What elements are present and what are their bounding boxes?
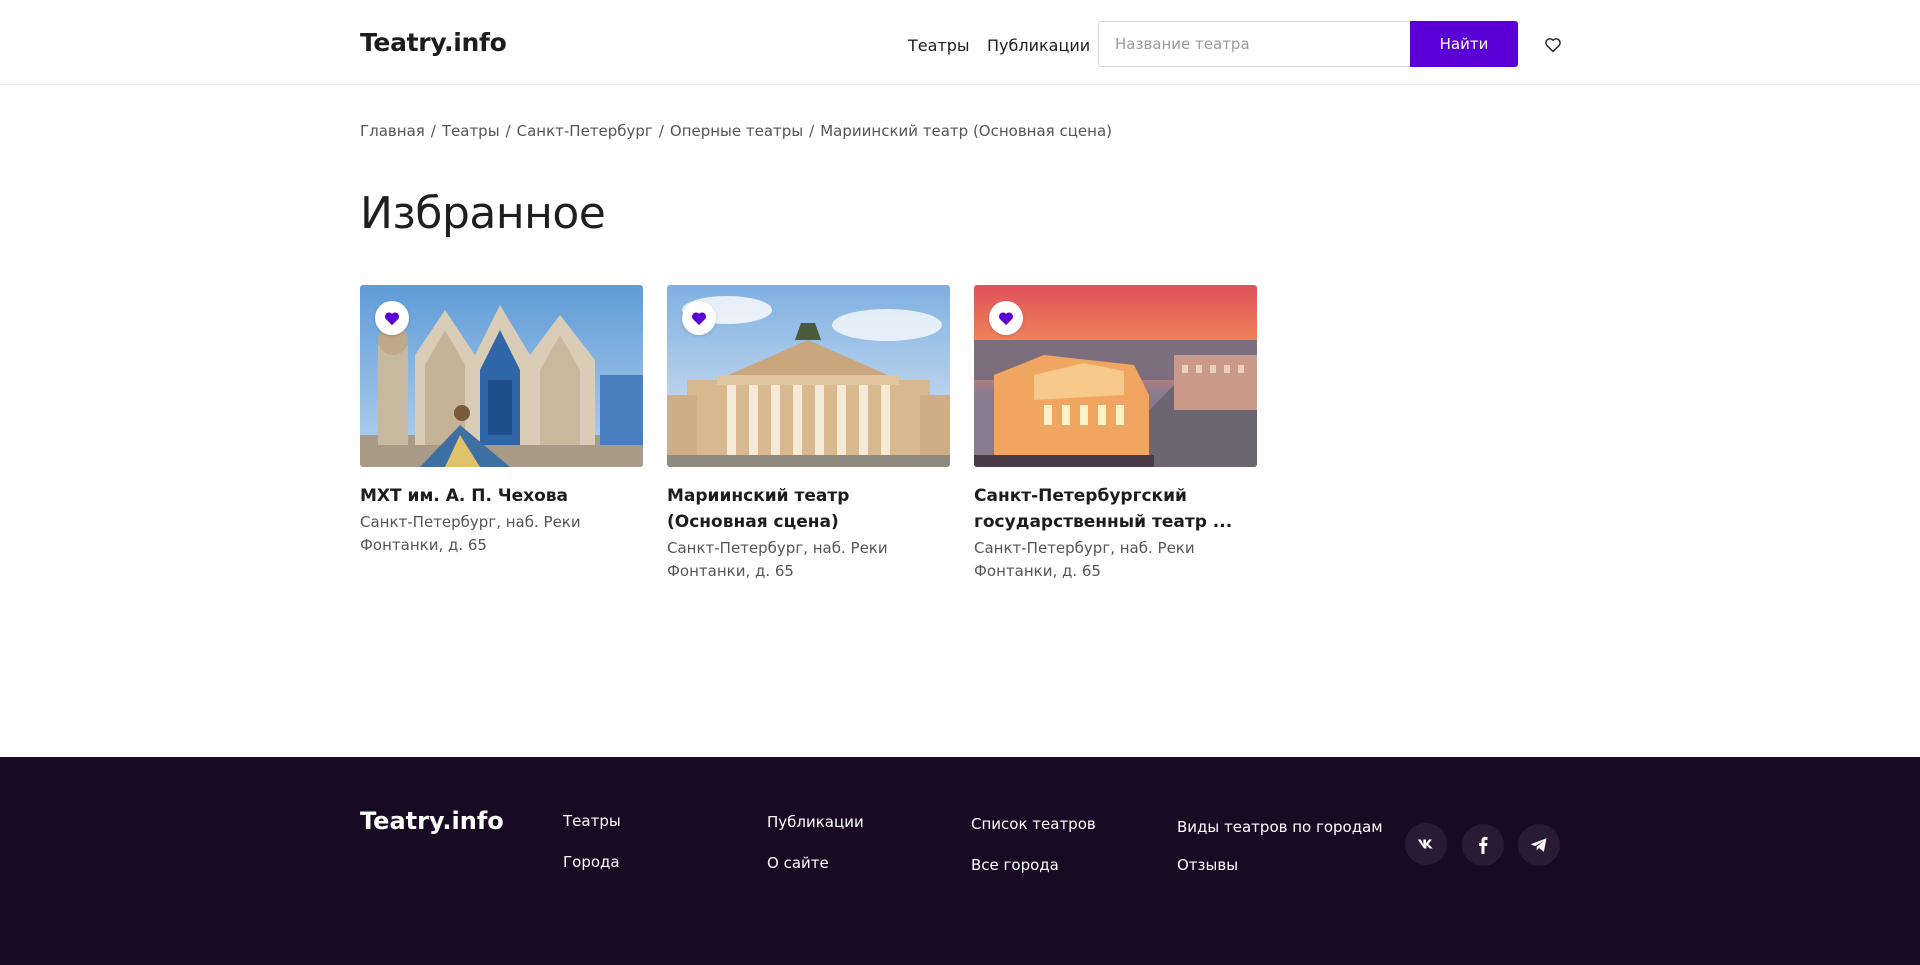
heart-filled-icon	[998, 311, 1014, 325]
footer-link-theaters[interactable]: Театры	[563, 812, 621, 830]
nav-theaters-link[interactable]: Театры	[908, 36, 970, 55]
footer-link-reviews[interactable]: Отзывы	[1177, 856, 1238, 874]
footer-link-publications[interactable]: Публикации	[767, 813, 864, 831]
theater-card[interactable]: Санкт-Петербургский государственный теат…	[974, 285, 1257, 583]
breadcrumb-item-current: Мариинский театр (Основная сцена)	[820, 122, 1113, 140]
breadcrumb-separator: /	[505, 122, 511, 140]
breadcrumb-item-category[interactable]: Оперные театры	[670, 122, 803, 140]
favorite-toggle-button[interactable]	[375, 301, 409, 335]
footer-logo[interactable]: Teatry.info	[360, 807, 504, 835]
heart-outline-icon[interactable]	[1544, 37, 1562, 53]
breadcrumb-separator: /	[809, 122, 815, 140]
footer-link-cities[interactable]: Города	[563, 853, 620, 871]
facebook-icon[interactable]	[1462, 824, 1504, 866]
favorite-toggle-button[interactable]	[989, 301, 1023, 335]
search-button[interactable]: Найти	[1410, 21, 1518, 67]
breadcrumb-separator: /	[430, 122, 436, 140]
theater-photo[interactable]	[974, 285, 1257, 467]
breadcrumb-separator: /	[658, 122, 664, 140]
theater-card[interactable]: МХТ им. А. П. Чехова Санкт-Петербург, на…	[360, 285, 643, 557]
theater-address: Санкт-Петербург, наб. Реки Фонтанки, д. …	[667, 539, 888, 580]
page-title: Избранное	[360, 188, 606, 239]
breadcrumb-item-city[interactable]: Санкт-Петербург	[517, 122, 653, 140]
search-input[interactable]	[1098, 21, 1411, 67]
vk-icon[interactable]	[1405, 823, 1447, 865]
footer-link-theater-types[interactable]: Виды театров по городам	[1177, 818, 1383, 836]
footer-link-theater-list[interactable]: Список театров	[971, 815, 1096, 833]
site-footer: Teatry.info Театры Города Публикации О с…	[0, 757, 1920, 965]
theater-photo[interactable]	[360, 285, 643, 467]
footer-link-all-cities[interactable]: Все города	[971, 856, 1059, 874]
nav-publications-link[interactable]: Публикации	[987, 36, 1090, 55]
breadcrumb-item-home[interactable]: Главная	[360, 122, 425, 140]
heart-filled-icon	[384, 311, 400, 325]
heart-filled-icon	[691, 311, 707, 325]
breadcrumb: Главная / Театры / Санкт-Петербург / Опе…	[360, 122, 1112, 140]
theater-card[interactable]: Мариинский театр (Основная сцена) Санкт-…	[667, 285, 950, 583]
theater-title[interactable]: Мариинский театр (Основная сцена)	[667, 483, 942, 535]
theater-title[interactable]: Санкт-Петербургский государственный теат…	[974, 483, 1249, 535]
breadcrumb-item-theaters[interactable]: Театры	[442, 122, 500, 140]
site-header: Teatry.info Театры Публикации Найти	[0, 0, 1920, 85]
favorite-toggle-button[interactable]	[682, 301, 716, 335]
telegram-icon[interactable]	[1518, 824, 1560, 866]
theater-title[interactable]: МХТ им. А. П. Чехова	[360, 483, 635, 509]
footer-link-about[interactable]: О сайте	[767, 854, 829, 872]
theater-address: Санкт-Петербург, наб. Реки Фонтанки, д. …	[360, 513, 581, 554]
theater-photo[interactable]	[667, 285, 950, 467]
theater-address: Санкт-Петербург, наб. Реки Фонтанки, д. …	[974, 539, 1195, 580]
site-logo[interactable]: Teatry.info	[360, 28, 507, 57]
